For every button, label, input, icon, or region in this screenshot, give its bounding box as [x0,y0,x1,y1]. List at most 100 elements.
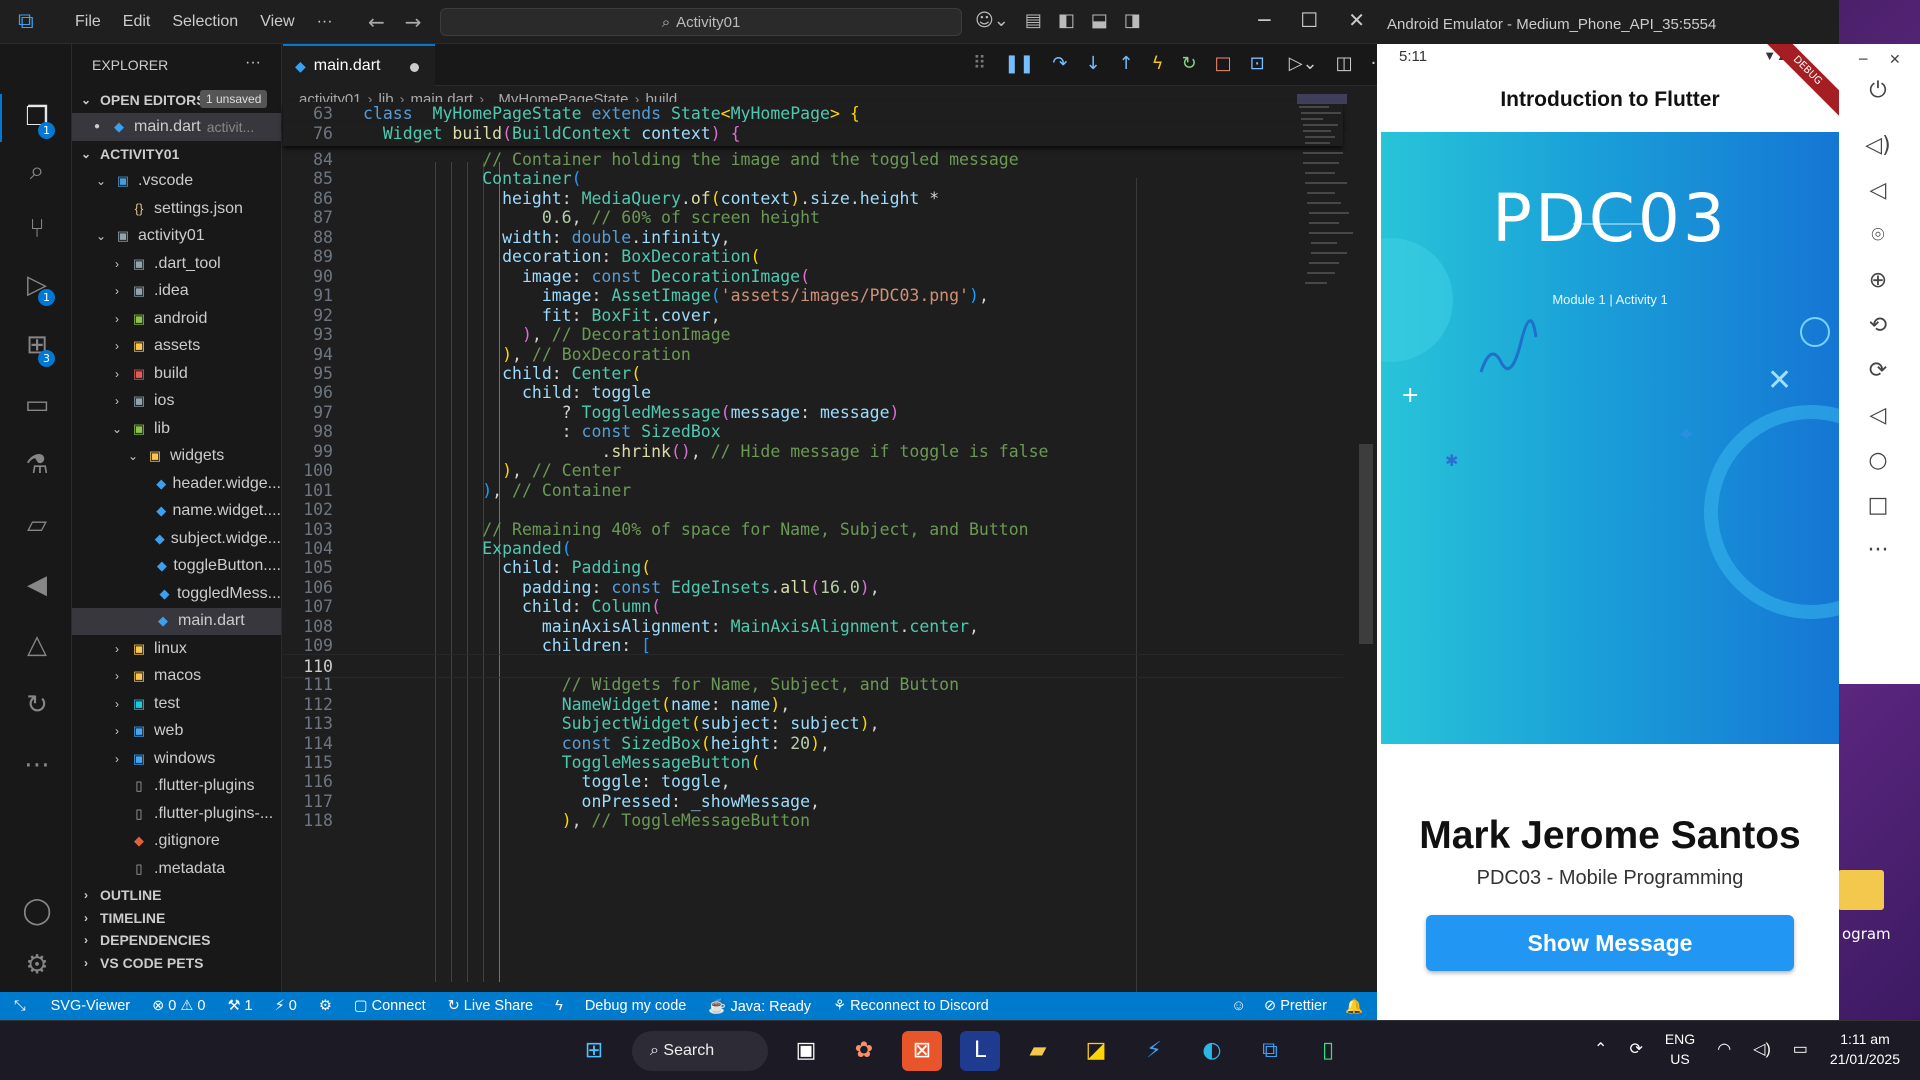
status-item[interactable]: ⚘ Reconnect to Discord [822,998,1000,1014]
folder-icon[interactable] [1838,870,1884,910]
tree-item[interactable]: ⌄ ▣ lib [72,415,281,443]
tree-item[interactable]: › ▣ assets [72,333,281,361]
start-icon[interactable]: ⊞ [574,1031,614,1071]
step-over-icon[interactable]: ↷ [1052,53,1067,74]
tree-item[interactable]: › ▣ macos [72,663,281,691]
copilot-icon[interactable]: ✿ [844,1031,884,1071]
toggle-sidebar-icon[interactable]: ◧ [1058,10,1075,31]
vscode-icon[interactable]: ⧉ [1250,1031,1290,1071]
dev-app-icon[interactable]: ⚡︎ [1134,1031,1174,1071]
status-right-item[interactable]: 🔔 [1345,998,1363,1015]
maximize-icon[interactable]: ☐ [1300,8,1318,32]
vertical-scrollbar[interactable] [1359,444,1373,644]
tree-item[interactable]: ⌄ ▣ .vscode [72,168,281,196]
tree-item[interactable]: ◆ .gitignore [72,828,281,856]
open-editors-section[interactable]: ⌄ OPEN EDITORS 1 unsaved [72,86,281,113]
tree-item[interactable]: ◆ header.widge... [72,470,281,498]
drag-handle-icon[interactable]: ⠿ [973,53,986,74]
tree-item[interactable]: › ▣ web [72,718,281,746]
status-item[interactable]: ⊗ 0 ⚠ 0 [141,998,216,1014]
menu-item-3[interactable]: View [249,13,305,31]
sticky-notes-icon[interactable]: ◪ [1076,1031,1116,1071]
search-icon[interactable]: ⌕ [20,154,54,188]
menu-item-4[interactable]: ··· [306,13,344,31]
app-icon[interactable]: ⊠ [902,1031,942,1071]
open-editor-item[interactable]: ● ◆ main.dart activit... [72,113,281,141]
minimize-icon[interactable]: ─ [1258,8,1270,32]
back-icon[interactable]: ◁ [1861,399,1895,433]
overview-icon[interactable]: □ [1861,489,1895,523]
tree-item[interactable]: › ▣ .dart_tool [72,250,281,278]
copilot-icon[interactable]: ☺⌄ [975,10,1009,31]
battery-icon[interactable]: ▭ [1793,1039,1808,1059]
tree-item[interactable]: › ▣ .idea [72,278,281,306]
status-item[interactable]: ☕ Java: Ready [697,998,822,1015]
hot-reload-icon[interactable]: ϟ [1152,53,1164,74]
tree-item[interactable]: ▯ .metadata [72,855,281,883]
workspace-section[interactable]: ⌄ ACTIVITY01 [72,141,281,168]
show-message-button[interactable]: Show Message [1426,915,1794,971]
task-view-icon[interactable]: ▣ [786,1031,826,1071]
more-icon[interactable]: ··· [1861,534,1895,568]
back-arrow-icon[interactable]: ← [368,10,385,34]
tree-item[interactable]: ◆ name.widget.... [72,498,281,526]
clock[interactable]: 1:11 am 21/01/2025 [1830,1029,1900,1069]
taskbar-search[interactable]: ⌕ Search [632,1031,768,1071]
step-into-icon[interactable]: ↓ [1085,53,1100,74]
status-item[interactable]: ⚙ [308,998,343,1014]
volume-icon[interactable]: ◁) [1753,1039,1771,1059]
close-icon[interactable]: ✕ [1889,52,1901,68]
forward-arrow-icon[interactable]: → [405,10,422,34]
volume-up-icon[interactable]: ◁) [1861,129,1895,163]
testing-icon[interactable]: ⚗ [20,448,54,482]
tree-item[interactable]: ◆ subject.widge... [72,525,281,553]
tree-item[interactable]: ▯ .flutter-plugins [72,773,281,801]
remote-indicator-icon[interactable]: ⤡ [0,998,40,1014]
tree-item[interactable]: › ▣ build [72,360,281,388]
panel-1[interactable]: › TIMELINE [72,907,281,930]
status-right-item[interactable]: ☺ [1231,998,1246,1015]
tree-item[interactable]: › ▣ ios [72,388,281,416]
volume-down-icon[interactable]: ◁ [1861,174,1895,208]
status-item[interactable]: ⚡︎ 0 [264,998,308,1014]
status-right-item[interactable]: ⊘ Prettier [1264,998,1327,1015]
tree-item[interactable]: › ▣ android [72,305,281,333]
status-item[interactable]: SVG-Viewer [40,998,142,1014]
run-icon[interactable]: ▷⌄ [1289,53,1318,74]
tree-item[interactable]: › ▣ windows [72,745,281,773]
command-center[interactable]: ⌕ Activity01 [440,8,962,36]
sync-icon[interactable]: ⟳ [1629,1039,1642,1059]
status-item[interactable]: ▢ Connect [343,998,437,1014]
home-icon[interactable]: ○ [1861,444,1895,478]
menu-item-1[interactable]: Edit [112,13,162,31]
status-item[interactable]: ⚒ 1 [217,998,264,1014]
language-indicator[interactable]: ENG US [1665,1029,1695,1069]
toggle-secondary-sidebar-icon[interactable]: ◨ [1124,10,1141,31]
tab-main-dart[interactable]: ◆ main.dart [283,44,435,86]
status-item[interactable]: ↻ Live Share [437,998,545,1014]
panel-0[interactable]: › OUTLINE [72,884,281,907]
tree-item[interactable]: ◆ toggleButton.... [72,553,281,581]
azure-icon[interactable]: △ [20,628,54,662]
source-control-icon[interactable]: ⑂ [20,212,54,246]
step-out-icon[interactable]: ↑ [1119,53,1134,74]
tree-item[interactable]: ⌄ ▣ activity01 [72,223,281,251]
more-icon[interactable]: ⋯ [20,748,54,782]
desktop-folder-label[interactable]: ogram [1842,925,1891,943]
zoom-icon[interactable]: ⊕ [1861,264,1895,298]
wifi-icon[interactable]: ◠ [1717,1039,1731,1059]
rotate-right-icon[interactable]: ⟳ [1861,354,1895,388]
tree-item[interactable]: ◆ main.dart [72,607,281,635]
emulator-icon[interactable]: ▯ [1308,1031,1348,1071]
menu-item-2[interactable]: Selection [161,13,249,31]
minimize-icon[interactable]: ─ [1859,52,1867,68]
account-icon[interactable]: ◯ [20,894,54,928]
pause-icon[interactable]: ❚❚ [1004,53,1034,74]
close-icon[interactable]: ✕ [1348,8,1365,32]
tree-item[interactable]: › ▣ linux [72,635,281,663]
tree-item[interactable]: ◆ toggledMess... [72,580,281,608]
restart-icon[interactable]: ↻ [1182,53,1197,74]
rotate-left-icon[interactable]: ⟲ [1861,309,1895,343]
status-item[interactable]: Debug my code [574,998,698,1014]
stop-icon[interactable]: □ [1215,53,1232,74]
